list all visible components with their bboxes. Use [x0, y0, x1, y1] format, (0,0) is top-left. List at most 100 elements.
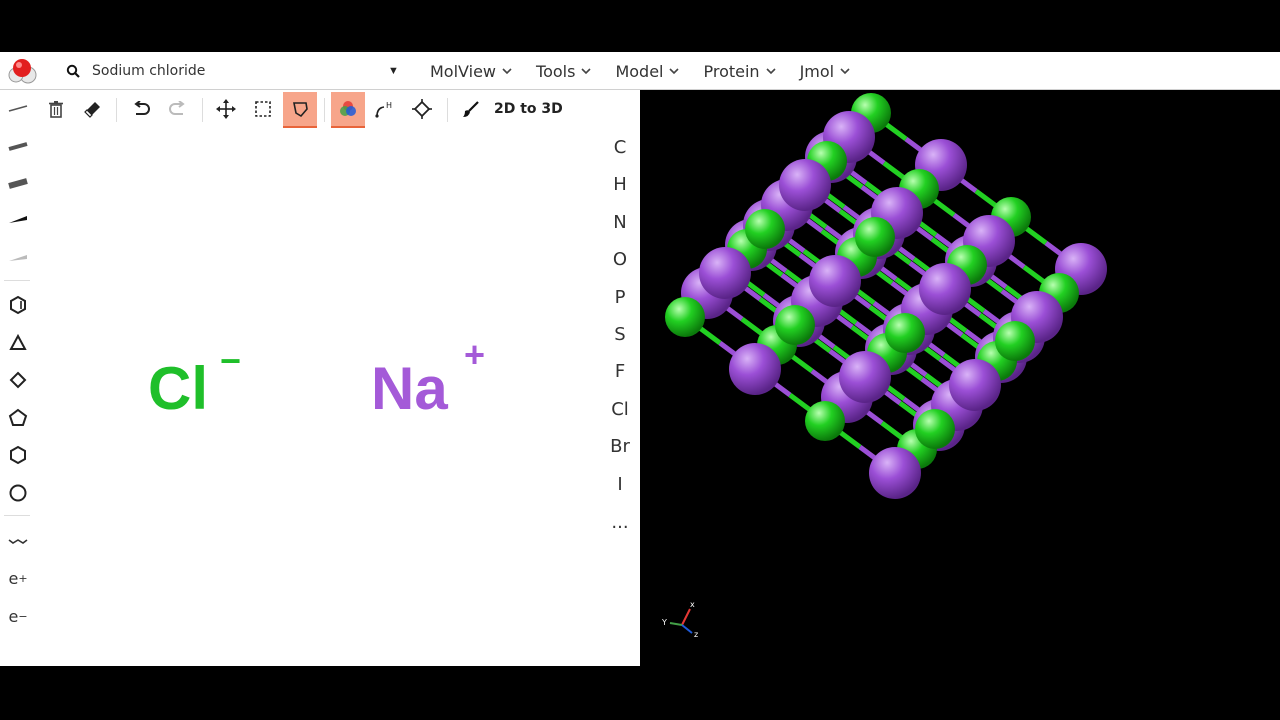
- chloride-charge: −: [220, 340, 242, 381]
- cyclohexane-tool[interactable]: [2, 439, 34, 471]
- toolbar-divider: [447, 98, 448, 122]
- axis-z-label: z: [694, 630, 698, 639]
- cyclopentane-tool[interactable]: [2, 402, 34, 434]
- sodium-atom: [949, 359, 1001, 411]
- menu-molview[interactable]: MolView: [418, 52, 524, 90]
- sodium-atom: [699, 247, 751, 299]
- nacl-crystal-lattice: [665, 93, 1107, 499]
- chlorine-atom: [855, 217, 895, 257]
- periodic-table-more[interactable]: ...: [600, 505, 640, 539]
- lasso-select-icon[interactable]: [283, 92, 317, 128]
- element-p[interactable]: P: [600, 280, 640, 314]
- chevron-down-icon: [581, 67, 592, 75]
- toolbar-divider: [324, 98, 325, 122]
- chloride-symbol: Cl: [148, 355, 208, 422]
- single-bond-tool[interactable]: [2, 92, 34, 124]
- 3d-model-viewer[interactable]: x Y z: [640, 90, 1280, 666]
- search-input[interactable]: [90, 62, 384, 80]
- triple-bond-tool[interactable]: [2, 167, 34, 199]
- chevron-down-icon: [840, 67, 850, 75]
- charge-plus-label: e: [8, 568, 19, 588]
- chlorine-atom: [885, 313, 925, 353]
- main-menus: MolView Tools Model Protein Jmol: [418, 52, 862, 90]
- charge-minus-label: e: [8, 606, 19, 626]
- trash-icon[interactable]: [39, 92, 73, 126]
- sodium-atom: [839, 351, 891, 403]
- chlorine-atom: [805, 401, 845, 441]
- axes-indicator: x Y z: [661, 600, 698, 639]
- 2d-to-3d-button[interactable]: 2D to 3D: [494, 92, 563, 126]
- toolbar-divider: [116, 98, 117, 122]
- menu-protein[interactable]: Protein: [691, 52, 787, 90]
- sodium-charge: +: [464, 334, 486, 375]
- charge-plus-tool[interactable]: e +: [2, 562, 34, 594]
- hydrogen-toggle-icon[interactable]: H: [368, 92, 402, 126]
- hash-bond-tool[interactable]: [2, 242, 34, 274]
- element-c[interactable]: C: [600, 130, 640, 164]
- charge-minus-tool[interactable]: e −: [2, 600, 34, 632]
- sodium-atom: [919, 263, 971, 315]
- toolbar-divider: [4, 515, 30, 516]
- element-s[interactable]: S: [600, 317, 640, 351]
- element-o[interactable]: O: [600, 242, 640, 276]
- search-icon[interactable]: [62, 64, 84, 78]
- double-bond-tool[interactable]: [2, 130, 34, 162]
- chevron-down-icon: [766, 67, 776, 75]
- menu-tools[interactable]: Tools: [524, 52, 603, 90]
- menu-label: Tools: [536, 61, 576, 81]
- menu-label: Model: [615, 61, 664, 81]
- menu-bar: ▼ MolView Tools Model Protein Jmol: [0, 52, 1280, 90]
- element-n[interactable]: N: [600, 205, 640, 239]
- molview-app: ▼ MolView Tools Model Protein Jmol: [0, 52, 1280, 666]
- chain-tool[interactable]: [2, 525, 34, 557]
- chlorine-atom: [665, 297, 705, 337]
- axis-x-label: x: [690, 600, 695, 609]
- sodium-ion[interactable]: Na +: [371, 334, 485, 423]
- molview-logo-icon[interactable]: [8, 57, 38, 85]
- center-icon[interactable]: [405, 92, 439, 126]
- chlorine-atom: [995, 321, 1035, 361]
- sodium-atom: [779, 159, 831, 211]
- chloride-ion[interactable]: Cl −: [148, 340, 241, 423]
- menu-label: Jmol: [799, 61, 835, 81]
- plus-sign: +: [18, 571, 28, 585]
- color-mode-icon[interactable]: [331, 92, 365, 128]
- chevron-down-icon: [669, 67, 680, 75]
- search-dropdown-caret-icon[interactable]: ▼: [388, 65, 399, 77]
- element-cl[interactable]: Cl: [600, 392, 640, 426]
- sketcher-pane: e + e − H 2D to 3D C H N O P S F Cl Br I…: [0, 90, 640, 666]
- clean-structure-icon[interactable]: [454, 92, 488, 126]
- bond-ring-toolbar: e + e −: [0, 90, 36, 666]
- element-h[interactable]: H: [600, 167, 640, 201]
- move-icon[interactable]: [209, 92, 243, 126]
- undo-icon[interactable]: [124, 92, 158, 126]
- sodium-atom: [729, 343, 781, 395]
- chevron-down-icon: [502, 67, 512, 75]
- element-f[interactable]: F: [600, 354, 640, 388]
- eraser-icon[interactable]: [76, 92, 110, 126]
- menu-label: Protein: [703, 61, 760, 81]
- chlorine-atom: [745, 209, 785, 249]
- sodium-atom: [869, 447, 921, 499]
- sketcher-toolbar: H 2D to 3D: [36, 90, 616, 130]
- svg-text:H: H: [386, 101, 392, 110]
- toolbar-divider: [4, 280, 30, 281]
- chlorine-atom: [775, 305, 815, 345]
- cyclobutane-tool[interactable]: [2, 364, 34, 396]
- redo-icon[interactable]: [161, 92, 195, 126]
- wedge-bond-tool[interactable]: [2, 204, 34, 236]
- benzene-ring-tool[interactable]: [2, 289, 34, 321]
- element-i[interactable]: I: [600, 467, 640, 501]
- menu-jmol[interactable]: Jmol: [788, 52, 863, 90]
- toolbar-divider: [202, 98, 203, 122]
- cycloheptane-tool[interactable]: [2, 477, 34, 509]
- sodium-symbol: Na: [371, 355, 448, 422]
- element-br[interactable]: Br: [600, 429, 640, 463]
- menu-model[interactable]: Model: [603, 52, 691, 90]
- minus-sign: −: [18, 609, 28, 623]
- search-box: ▼: [56, 56, 406, 86]
- sketch-canvas[interactable]: Cl − Na +: [36, 130, 600, 666]
- cyclopropane-tool[interactable]: [2, 327, 34, 359]
- chlorine-atom: [915, 409, 955, 449]
- rectangle-select-icon[interactable]: [246, 92, 280, 126]
